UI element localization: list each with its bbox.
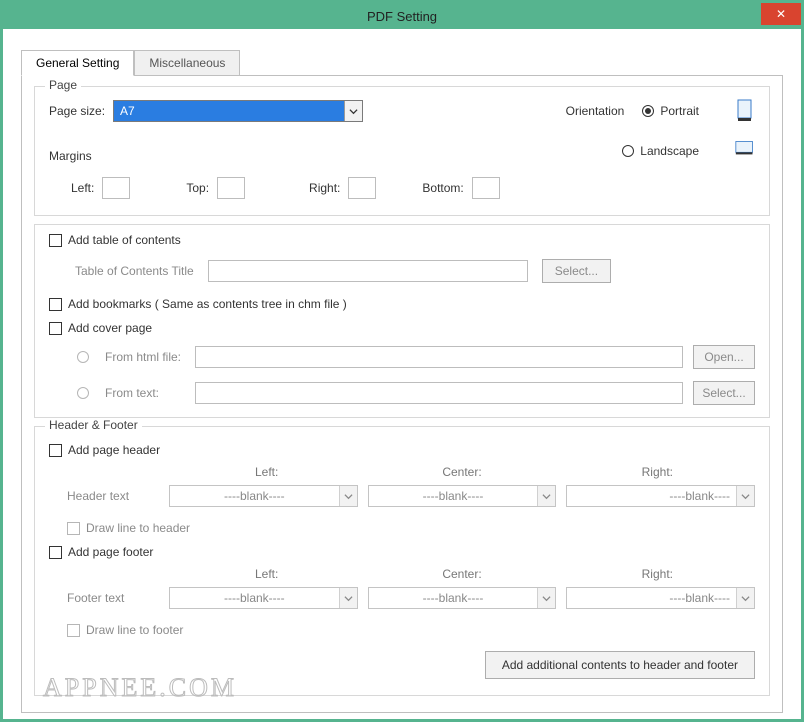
chevron-down-icon	[736, 588, 754, 608]
radio-icon	[622, 145, 634, 157]
label-col-left: Left:	[169, 465, 364, 479]
button-additional-contents[interactable]: Add additional contents to header and fo…	[485, 651, 755, 679]
tab-panel: Page Page size: A7 Orientation Portrait	[21, 75, 783, 713]
check-draw-line-footer[interactable]: Draw line to footer	[49, 623, 755, 637]
input-margin-top[interactable]	[217, 177, 245, 199]
input-toc-title[interactable]	[208, 260, 528, 282]
input-margin-bottom[interactable]	[472, 177, 500, 199]
checkbox-icon	[49, 298, 62, 311]
label-footer-text: Footer text	[49, 591, 159, 605]
combo-header-left[interactable]: ----blank----	[169, 485, 358, 507]
radio-from-text[interactable]	[77, 387, 89, 399]
tab-strip: General Setting Miscellaneous	[21, 50, 783, 76]
label-col-center: Center:	[364, 465, 559, 479]
label-from-html: From html file:	[105, 350, 185, 364]
combo-header-right[interactable]: ----blank----	[566, 485, 755, 507]
combo-header-center[interactable]: ----blank----	[368, 485, 557, 507]
label-page-size: Page size:	[49, 104, 105, 118]
input-from-html[interactable]	[195, 346, 683, 368]
watermark: APPNEE.COM	[43, 673, 237, 703]
check-add-footer[interactable]: Add page footer	[49, 545, 755, 559]
label-toc-title: Table of Contents Title	[75, 264, 194, 278]
check-add-bookmarks[interactable]: Add bookmarks ( Same as contents tree in…	[49, 297, 755, 311]
label-col-center-2: Center:	[364, 567, 559, 581]
close-icon: ✕	[776, 7, 786, 21]
group-hf-title: Header & Footer	[45, 418, 142, 432]
combo-footer-right[interactable]: ----blank----	[566, 587, 755, 609]
chevron-down-icon	[339, 588, 357, 608]
label-header-text: Header text	[49, 489, 159, 503]
label-margins: Margins	[49, 149, 92, 163]
input-from-text[interactable]	[195, 382, 683, 404]
check-add-toc[interactable]: Add table of contents	[49, 233, 755, 247]
label-bottom: Bottom:	[422, 181, 463, 195]
checkbox-icon	[49, 322, 62, 335]
group-page: Page Page size: A7 Orientation Portrait	[34, 86, 770, 216]
checkbox-icon	[67, 624, 80, 637]
combo-page-size[interactable]: A7	[113, 100, 363, 122]
label-from-text: From text:	[105, 386, 185, 400]
chevron-down-icon	[736, 486, 754, 506]
client-area: General Setting Miscellaneous Page Page …	[3, 29, 801, 727]
radio-icon	[642, 105, 654, 117]
check-draw-line-header[interactable]: Draw line to header	[49, 521, 755, 535]
combo-footer-center[interactable]: ----blank----	[368, 587, 557, 609]
label-orientation: Orientation	[566, 104, 625, 118]
input-margin-right[interactable]	[348, 177, 376, 199]
check-add-cover[interactable]: Add cover page	[49, 321, 755, 335]
label-col-right-2: Right:	[560, 567, 755, 581]
label-col-left-2: Left:	[169, 567, 364, 581]
checkbox-icon	[49, 444, 62, 457]
combo-footer-left[interactable]: ----blank----	[169, 587, 358, 609]
close-button[interactable]: ✕	[761, 3, 801, 25]
radio-from-html[interactable]	[77, 351, 89, 363]
checkbox-icon	[67, 522, 80, 535]
combo-page-size-value: A7	[114, 104, 344, 118]
chevron-down-icon	[537, 486, 555, 506]
checkbox-icon	[49, 546, 62, 559]
radio-portrait[interactable]: Portrait	[642, 104, 699, 118]
landscape-page-icon	[735, 139, 755, 163]
button-open[interactable]: Open...	[693, 345, 755, 369]
tab-general-setting[interactable]: General Setting	[21, 50, 134, 76]
checkbox-icon	[49, 234, 62, 247]
chevron-down-icon	[339, 486, 357, 506]
titlebar: PDF Setting ✕	[3, 3, 801, 29]
chevron-down-icon	[537, 588, 555, 608]
button-select-text[interactable]: Select...	[693, 381, 755, 405]
check-add-header[interactable]: Add page header	[49, 443, 755, 457]
input-margin-left[interactable]	[102, 177, 130, 199]
group-toc: Add table of contents Table of Contents …	[34, 224, 770, 418]
window-title: PDF Setting	[367, 9, 437, 24]
window: PDF Setting ✕ General Setting Miscellane…	[0, 0, 804, 722]
portrait-page-icon	[735, 99, 755, 123]
group-header-footer: Header & Footer Add page header Left: Ce…	[34, 426, 770, 696]
label-left: Left:	[71, 181, 94, 195]
tab-miscellaneous[interactable]: Miscellaneous	[134, 50, 240, 76]
button-toc-select[interactable]: Select...	[542, 259, 611, 283]
label-top: Top:	[186, 181, 209, 195]
chevron-down-icon	[344, 101, 362, 121]
label-right: Right:	[309, 181, 340, 195]
radio-landscape[interactable]: Landscape	[622, 144, 699, 158]
label-col-right: Right:	[560, 465, 755, 479]
group-page-title: Page	[45, 78, 81, 92]
